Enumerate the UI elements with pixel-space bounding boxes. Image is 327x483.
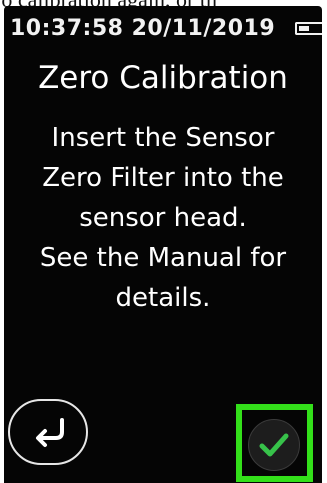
checkmark-icon — [259, 433, 289, 457]
back-button[interactable] — [8, 399, 88, 465]
screen-title: Zero Calibration — [38, 60, 288, 96]
instruction-line: Insert the Sensor — [51, 123, 275, 153]
battery-icon — [295, 22, 322, 35]
battery-level — [299, 26, 309, 31]
status-bar: 10:37:58 20/11/2019 — [4, 6, 322, 46]
device-screen: 10:37:58 20/11/2019 Zero Calibration Ins… — [4, 6, 322, 483]
return-arrow-icon — [36, 418, 64, 447]
status-datetime: 10:37:58 20/11/2019 — [10, 16, 276, 41]
instruction-line: sensor head. — [79, 203, 247, 233]
confirm-button[interactable] — [248, 419, 300, 471]
instruction-line: Zero Filter into the — [42, 163, 284, 193]
instruction-line: See the Manual for — [39, 243, 287, 273]
instruction-text: Insert the Sensor Zero Filter into the s… — [4, 118, 322, 318]
confirm-highlight — [236, 404, 313, 482]
instruction-line: details. — [115, 283, 211, 313]
